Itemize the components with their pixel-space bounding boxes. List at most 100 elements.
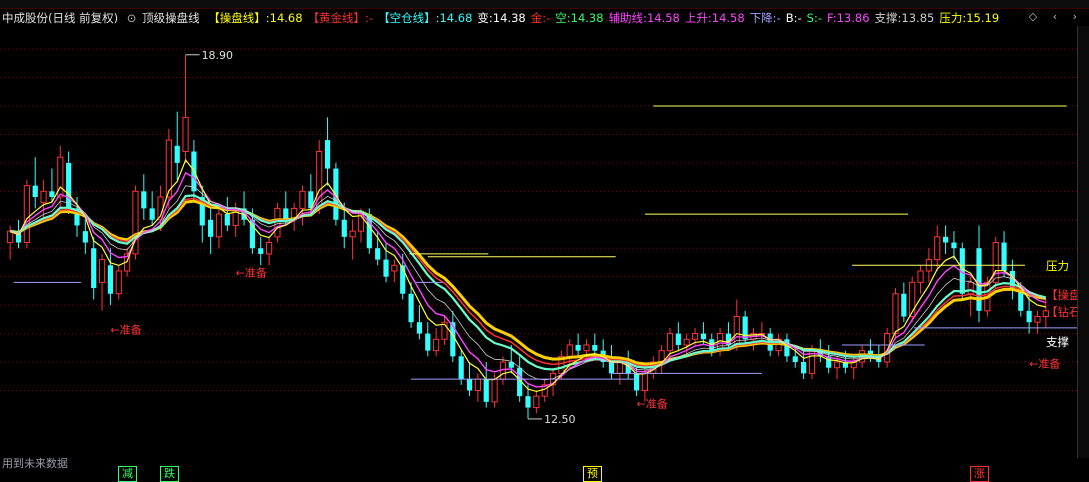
legend-label: 【空仓线】: (378, 11, 440, 25)
candle-body (784, 339, 790, 357)
legend-label: 下降: (749, 11, 777, 25)
candle-body (683, 338, 690, 346)
signal-tag: 跌 (160, 466, 179, 482)
ma-yellow-line (9, 158, 1046, 393)
price-extreme-label: 18.90 (202, 49, 234, 62)
candle-body (583, 344, 590, 352)
candle-body (23, 185, 30, 244)
prepare-signal-label: ←准备 (236, 266, 267, 280)
candle-body (575, 344, 581, 351)
candle-body (934, 236, 941, 261)
signal-tag-row: 减跌预涨 (0, 462, 1089, 482)
candle-body (1026, 310, 1032, 323)
candle-body (349, 230, 356, 238)
candle-body (592, 344, 598, 351)
candlestick-chart[interactable]: 18.9012.50压力【操盘线【钻石支撑←准备←准备←准备←准备←准备 (0, 26, 1077, 458)
candle-body (533, 395, 540, 409)
legend-label: 变: (477, 11, 493, 25)
legend-value: 14.38 (570, 11, 604, 25)
candle-body (691, 333, 699, 340)
candle-body (491, 378, 498, 403)
stock-title[interactable]: 中成股份(日线 前复权) (2, 11, 118, 25)
prepare-signal-label: ←准备 (110, 323, 141, 337)
candle-body (324, 140, 331, 169)
indicator-dropdown-icon[interactable]: ⊙ (127, 11, 137, 25)
legend-label: 金: (530, 11, 547, 25)
candle-body (149, 208, 155, 220)
nav-icons[interactable]: ◇ ‹ › (1029, 10, 1083, 23)
legend-label: 压力: (939, 11, 967, 25)
legend-value: 14.68 (269, 11, 303, 25)
candle-body (675, 333, 681, 345)
candle-body (141, 191, 147, 209)
legend-value: 14.38 (492, 11, 526, 25)
candle-body (383, 259, 389, 277)
candle-body (82, 231, 88, 243)
candle-body (466, 379, 473, 391)
candle-body (258, 248, 264, 254)
legend-value: 14.58 (711, 11, 745, 25)
ma-slow-line (9, 199, 1047, 366)
candle-body (458, 356, 464, 380)
candle-body (391, 264, 398, 272)
legend-label: 空: (555, 11, 571, 25)
candle-body (633, 373, 640, 391)
prepare-signal-label: ←准备 (1029, 357, 1060, 371)
legend-label: 上升: (684, 11, 712, 25)
indicator-name[interactable]: 顶级操盘线 (142, 11, 200, 25)
legend-label: 【黄金线】: (307, 11, 369, 25)
legend-label: 【操盘线】: (208, 11, 270, 25)
right-level-label: 【操盘线 (1046, 288, 1077, 302)
candle-body (917, 270, 924, 283)
legend-label: 辅助线: (608, 11, 647, 25)
candle-body (1001, 242, 1007, 271)
candle-body (892, 293, 899, 335)
candle-body (833, 361, 841, 369)
legend-label: F: (826, 11, 837, 25)
legend-value: 15.19 (966, 11, 1000, 25)
candle-body (792, 356, 798, 363)
legend-value: 14.58 (646, 11, 680, 25)
candle-body (40, 190, 47, 204)
candle-body (283, 208, 289, 220)
candle-body (700, 333, 706, 340)
candle-body (1034, 316, 1041, 323)
legend-value: 13.85 (901, 11, 935, 25)
candle-body (32, 185, 38, 198)
candle-body (265, 242, 273, 255)
right-level-label: 【钻石 (1046, 305, 1077, 319)
legend-value: - (368, 11, 374, 25)
candle-body (666, 333, 674, 352)
right-level-label: 压力 (1046, 259, 1069, 273)
candle-body (49, 191, 55, 198)
candle-body (357, 213, 365, 232)
candle-body (66, 162, 72, 209)
candle-body (408, 293, 414, 323)
candle-body (976, 248, 982, 311)
candle-body (641, 372, 649, 391)
legend-label: B: (785, 11, 798, 25)
legend-value: 14.68 (439, 11, 473, 25)
candle-body (174, 145, 180, 163)
signal-tag: 预 (583, 466, 602, 482)
candle-body (107, 265, 113, 294)
candle-body (341, 219, 347, 237)
candle-body (951, 242, 957, 249)
legend-value: - (776, 11, 781, 25)
legend-value: - (817, 11, 822, 25)
legend-value: 13.86 (836, 11, 870, 25)
legend-value: - (546, 11, 551, 25)
candle-body (433, 338, 440, 352)
right-scrollbar[interactable] (1077, 26, 1089, 458)
legend-label: 支撑: (874, 11, 902, 25)
candle-body (525, 396, 531, 408)
candle-body (416, 322, 423, 334)
candle-body (115, 270, 122, 295)
candle-body (616, 361, 623, 374)
candle-body (483, 379, 489, 402)
candle-body (901, 293, 907, 317)
candle-body (208, 219, 214, 237)
candle-body (333, 168, 339, 220)
candle-body (425, 333, 431, 351)
candle-body (943, 236, 949, 243)
